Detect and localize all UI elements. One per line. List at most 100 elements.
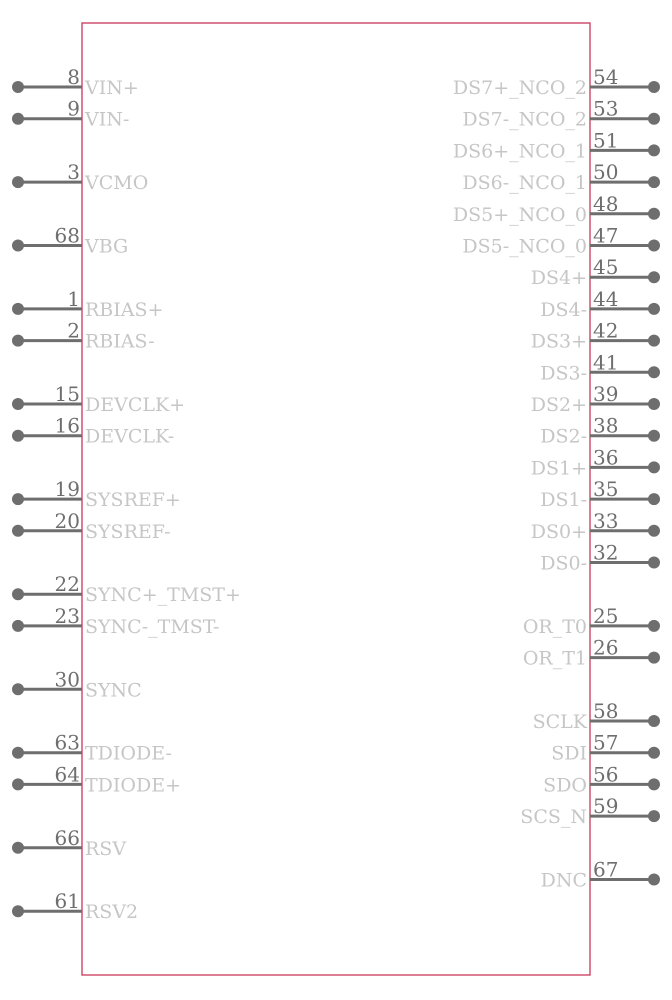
pin-number: 38 bbox=[593, 414, 618, 438]
pin-name: RBIAS+ bbox=[85, 299, 163, 321]
pin-number: 3 bbox=[67, 160, 80, 184]
pin-endpoint-dot[interactable] bbox=[648, 398, 660, 410]
pin-name: VIN+ bbox=[84, 77, 139, 99]
pin-endpoint-dot[interactable] bbox=[648, 112, 660, 125]
pin-number: 66 bbox=[55, 826, 80, 850]
pin-endpoint-dot[interactable] bbox=[648, 619, 660, 632]
pin-endpoint-dot[interactable] bbox=[12, 176, 24, 189]
pin-endpoint-dot[interactable] bbox=[648, 302, 660, 315]
pin-endpoint-dot[interactable] bbox=[648, 81, 660, 93]
pin-endpoint-dot[interactable] bbox=[648, 778, 660, 791]
pin-endpoint-dot[interactable] bbox=[648, 810, 660, 823]
pin-endpoint-dot[interactable] bbox=[12, 239, 24, 252]
pin-number: 56 bbox=[593, 762, 618, 786]
pin-endpoint-dot[interactable] bbox=[12, 746, 24, 759]
pin-number: 30 bbox=[55, 667, 80, 691]
pin-endpoint-dot[interactable] bbox=[12, 334, 24, 347]
pin-name: DS7+_NCO_2 bbox=[453, 77, 587, 99]
pin-number: 15 bbox=[55, 382, 80, 406]
pin-number: 2 bbox=[67, 319, 80, 343]
pin-name: SCLK bbox=[533, 711, 588, 733]
pin-endpoint-dot[interactable] bbox=[648, 271, 660, 284]
pin-name: DS2- bbox=[540, 426, 587, 448]
pin-endpoint-dot[interactable] bbox=[648, 144, 660, 157]
pin-name: DS0+ bbox=[531, 521, 587, 543]
pin-endpoint-dot[interactable] bbox=[648, 461, 660, 474]
pin-endpoint-dot[interactable] bbox=[648, 366, 660, 379]
pin-endpoint-dot[interactable] bbox=[12, 493, 24, 506]
pin-endpoint-dot[interactable] bbox=[12, 524, 24, 537]
pin-number: 45 bbox=[593, 255, 618, 279]
pin-endpoint-dot[interactable] bbox=[648, 207, 660, 220]
pin-number: 54 bbox=[593, 65, 618, 89]
pin-name: DS1+ bbox=[531, 457, 587, 479]
pin-name: DNC bbox=[541, 870, 587, 892]
pin-endpoint-dot[interactable] bbox=[648, 239, 660, 252]
pin-name: DS5-_NCO_0 bbox=[462, 236, 587, 258]
pin-name: VIN- bbox=[84, 109, 129, 131]
pin-name: DS2+ bbox=[531, 394, 587, 416]
pin-endpoint-dot[interactable] bbox=[648, 334, 660, 347]
pin-number: 35 bbox=[593, 477, 618, 501]
pin-number: 20 bbox=[55, 509, 80, 533]
pin-name: DS7-_NCO_2 bbox=[462, 109, 587, 131]
pin-endpoint-dot[interactable] bbox=[12, 588, 24, 601]
pin-endpoint-dot[interactable] bbox=[12, 778, 24, 791]
pin-endpoint-dot[interactable] bbox=[12, 302, 24, 315]
pin-endpoint-dot[interactable] bbox=[12, 619, 24, 632]
pin-endpoint-dot[interactable] bbox=[648, 176, 660, 189]
pin-endpoint-dot[interactable] bbox=[12, 81, 24, 93]
pin-number: 51 bbox=[593, 128, 618, 152]
pin-number: 64 bbox=[55, 762, 80, 786]
pin-number: 68 bbox=[55, 224, 80, 248]
pin-name: SYNC bbox=[85, 679, 142, 701]
pin-number: 61 bbox=[55, 889, 80, 913]
pin-name: DS5+_NCO_0 bbox=[453, 204, 587, 226]
pin-number: 36 bbox=[593, 445, 618, 469]
pin-number: 1 bbox=[67, 287, 80, 311]
pin-name: DS3- bbox=[540, 362, 587, 384]
pin-endpoint-dot[interactable] bbox=[12, 112, 24, 125]
pin-number: 32 bbox=[593, 541, 618, 565]
pin-number: 8 bbox=[67, 65, 80, 89]
pin-name: VBG bbox=[84, 236, 128, 258]
pin-name: SDI bbox=[551, 743, 587, 765]
pin-number: 44 bbox=[593, 287, 618, 311]
pin-number: 23 bbox=[55, 604, 80, 628]
pin-endpoint-dot[interactable] bbox=[12, 683, 24, 696]
pin-endpoint-dot[interactable] bbox=[648, 429, 660, 442]
pin-endpoint-dot[interactable] bbox=[648, 651, 660, 664]
pin-name: SDO bbox=[543, 774, 587, 796]
pin-name: DS6-_NCO_1 bbox=[462, 172, 587, 194]
pin-number: 59 bbox=[593, 794, 618, 818]
pin-endpoint-dot[interactable] bbox=[12, 398, 24, 410]
pin-number: 47 bbox=[593, 224, 618, 248]
pin-number: 42 bbox=[593, 319, 618, 343]
pin-endpoint-dot[interactable] bbox=[648, 715, 660, 727]
pin-number: 39 bbox=[593, 382, 618, 406]
pin-endpoint-dot[interactable] bbox=[12, 841, 24, 854]
pin-number: 16 bbox=[55, 414, 80, 438]
pin-endpoint-dot[interactable] bbox=[648, 556, 660, 569]
pin-endpoint-dot[interactable] bbox=[648, 524, 660, 537]
pin-name: DS1- bbox=[540, 489, 587, 511]
pin-name: SCS_N bbox=[520, 806, 587, 828]
pin-name: TDIODE+ bbox=[85, 774, 181, 796]
pin-number: 19 bbox=[55, 477, 80, 501]
pin-number: 67 bbox=[593, 858, 618, 882]
pin-name: DS6+_NCO_1 bbox=[453, 140, 587, 162]
pin-endpoint-dot[interactable] bbox=[648, 746, 660, 759]
pin-name: DS0- bbox=[540, 553, 587, 575]
pin-name: SYSREF+ bbox=[85, 489, 181, 511]
pin-name: RSV bbox=[85, 838, 126, 860]
pin-endpoint-dot[interactable] bbox=[12, 905, 24, 918]
pin-name: DS4- bbox=[540, 299, 587, 321]
schematic-symbol: 8 VIN+9 VIN- 3 VCMO 68 VBG 1 RBIAS+2 RBIAS- 15 DEVC… bbox=[12, 22, 660, 976]
pin-endpoint-dot[interactable] bbox=[648, 493, 660, 506]
pin-endpoint-dot[interactable] bbox=[12, 429, 24, 442]
pin-number: 53 bbox=[593, 97, 618, 121]
pin-name: RSV2 bbox=[85, 901, 138, 923]
pin-endpoint-dot[interactable] bbox=[648, 873, 660, 886]
pin-name: DS4+ bbox=[531, 267, 587, 289]
pin-name: OR_T1 bbox=[523, 648, 587, 670]
